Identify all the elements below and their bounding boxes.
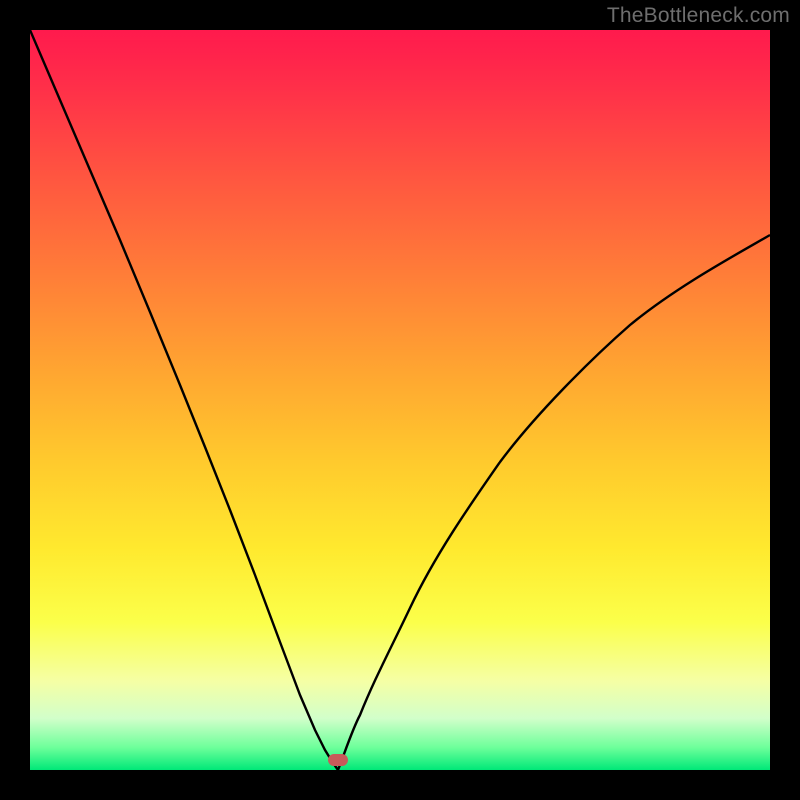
watermark-text: TheBottleneck.com [607, 4, 790, 28]
plot-area [30, 30, 770, 770]
curve-right-branch [338, 235, 770, 770]
curve-left-branch [30, 30, 338, 770]
bottleneck-curve [30, 30, 770, 770]
optimal-point-marker [328, 754, 348, 766]
chart-frame: TheBottleneck.com [0, 0, 800, 800]
